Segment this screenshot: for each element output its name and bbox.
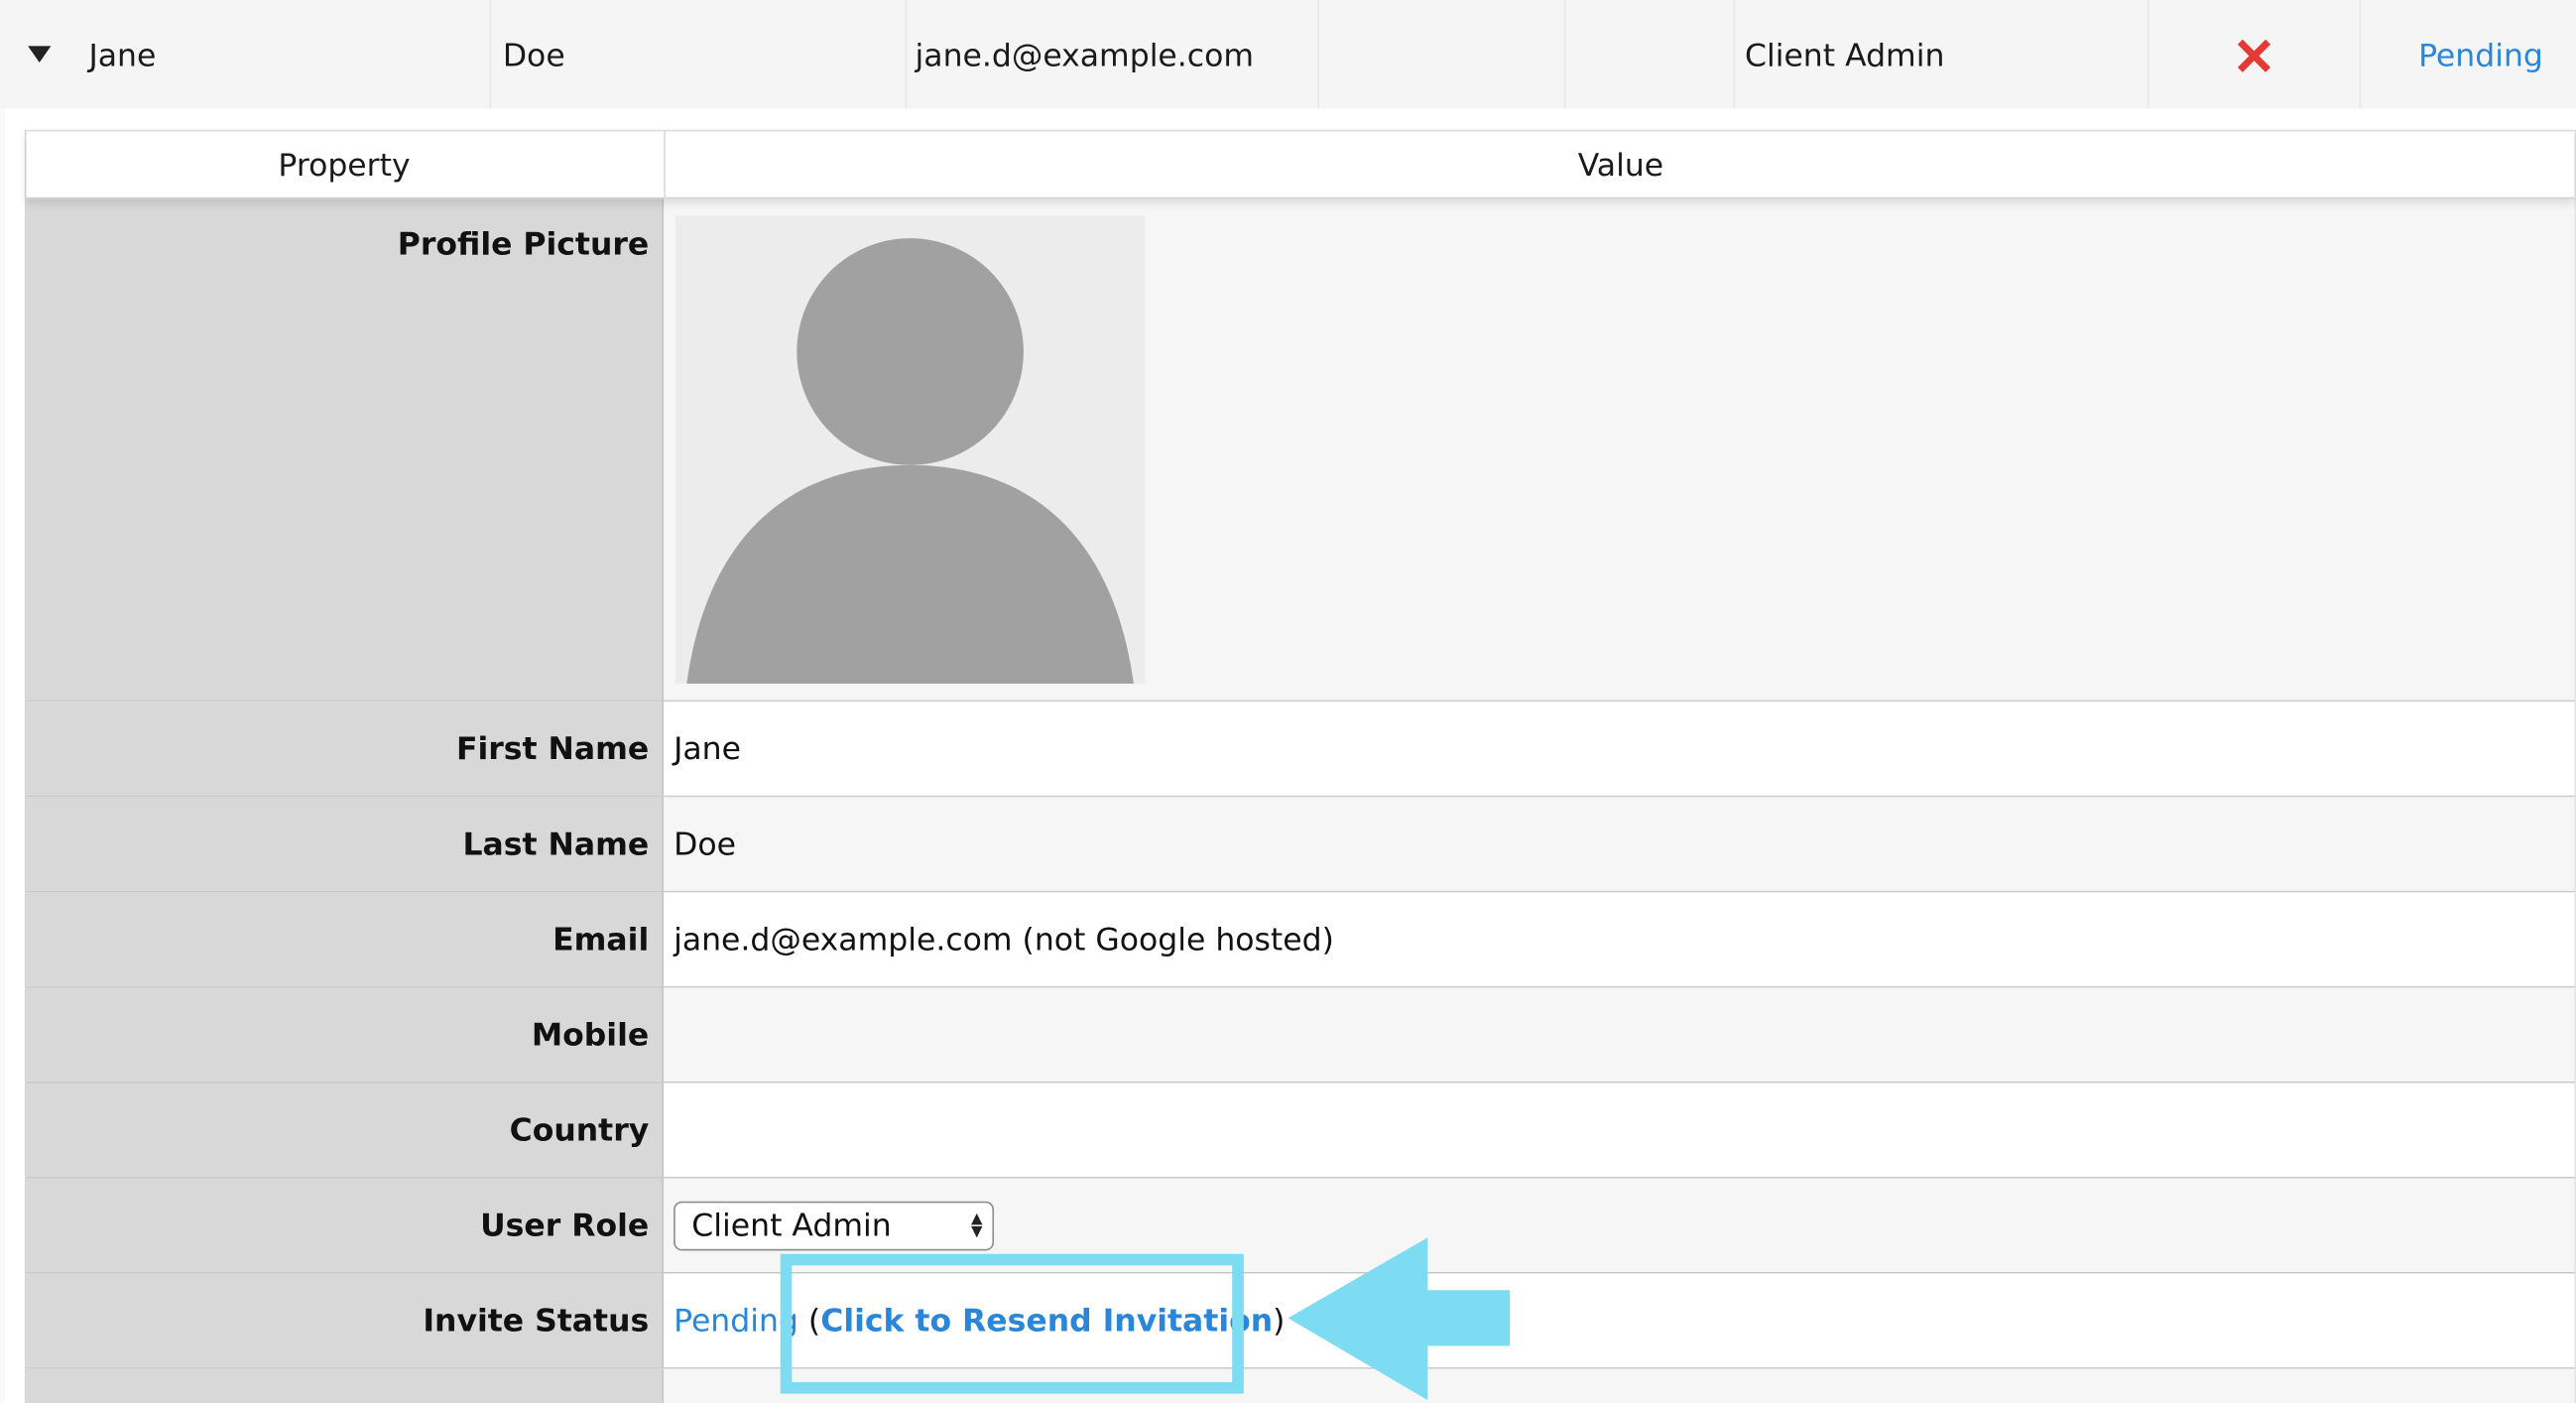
column-divider — [905, 0, 908, 109]
invite-status-link[interactable]: Pending — [674, 1303, 798, 1339]
column-divider — [2147, 0, 2149, 109]
arrow-left-icon — [1288, 1237, 1511, 1401]
column-divider — [489, 0, 492, 109]
property-table: Property Value Profile Picture First Nam… — [24, 129, 2576, 1403]
close-paren: ) — [1273, 1303, 1286, 1339]
column-divider — [1563, 0, 1566, 109]
left-edge — [0, 108, 5, 1403]
table-row: Email jane.d@example.com (not Google hos… — [26, 892, 2575, 988]
user-summary-row[interactable]: Jane Doe jane.d@example.com Client Admin… — [0, 0, 2576, 109]
row-value — [664, 1083, 2575, 1177]
user-role-select[interactable]: Client Admin ▲ ▼ — [674, 1201, 995, 1251]
table-row: Last Name Doe — [26, 797, 2575, 893]
row-label — [26, 1368, 665, 1403]
row-label-text: Email — [552, 922, 650, 958]
avatar[interactable] — [675, 214, 1146, 685]
summary-first-name: Jane — [88, 38, 157, 74]
row-value — [664, 987, 2575, 1082]
row-label: User Role — [26, 1178, 665, 1272]
row-value: Jane — [664, 702, 2575, 796]
header-property: Property — [278, 148, 411, 185]
table-row: Country — [26, 1083, 2575, 1179]
row-label-text: Profile Picture — [397, 226, 650, 264]
summary-email: jane.d@example.com — [915, 38, 1255, 74]
column-divider — [1317, 0, 1320, 109]
row-value: jane.d@example.com (not Google hosted) — [664, 892, 2575, 986]
header-value: Value — [664, 131, 2576, 201]
table-header: Property Value — [26, 129, 2576, 201]
table-row-profile-picture: Profile Picture — [26, 198, 2575, 702]
open-paren: ( — [807, 1303, 821, 1339]
table-row: Mobile — [26, 987, 2575, 1084]
row-label-text: Last Name — [462, 827, 650, 863]
avatar-placeholder-icon — [686, 238, 1134, 685]
row-label: Last Name — [26, 797, 665, 891]
user-role-selected: Client Admin — [691, 1208, 892, 1244]
row-label: Email — [26, 892, 665, 986]
row-value: Pending (Click to Resend Invitation) — [664, 1273, 2575, 1368]
row-label: Profile Picture — [26, 198, 665, 701]
row-label-text: User Role — [480, 1208, 650, 1244]
column-divider — [1733, 0, 1736, 109]
row-label: First Name — [26, 702, 665, 796]
resend-invitation-link[interactable]: Click to Resend Invitation — [820, 1303, 1273, 1339]
row-label-text: Invite Status — [423, 1303, 650, 1339]
row-value: Client Admin ▲ ▼ — [664, 1178, 2575, 1272]
x-icon[interactable] — [2231, 33, 2276, 78]
column-divider — [2359, 0, 2362, 109]
select-arrows-icon: ▲ ▼ — [971, 1211, 983, 1241]
summary-role: Client Admin — [1744, 38, 1945, 74]
row-label: Invite Status — [26, 1273, 665, 1368]
row-label-text: First Name — [455, 731, 650, 768]
caret-down-icon[interactable] — [28, 46, 52, 63]
summary-status-link[interactable]: Pending — [2418, 0, 2543, 108]
row-label: Country — [26, 1083, 665, 1177]
row-value — [664, 1368, 2575, 1403]
user-detail-view: Jane Doe jane.d@example.com Client Admin… — [0, 0, 2576, 1403]
table-row: First Name Jane — [26, 702, 2575, 798]
row-label-text: Country — [509, 1112, 650, 1149]
row-value — [664, 198, 2575, 701]
row-label-text: Mobile — [531, 1017, 650, 1054]
summary-last-name: Doe — [502, 38, 565, 74]
row-value: Doe — [664, 797, 2575, 891]
row-label: Mobile — [26, 987, 665, 1082]
